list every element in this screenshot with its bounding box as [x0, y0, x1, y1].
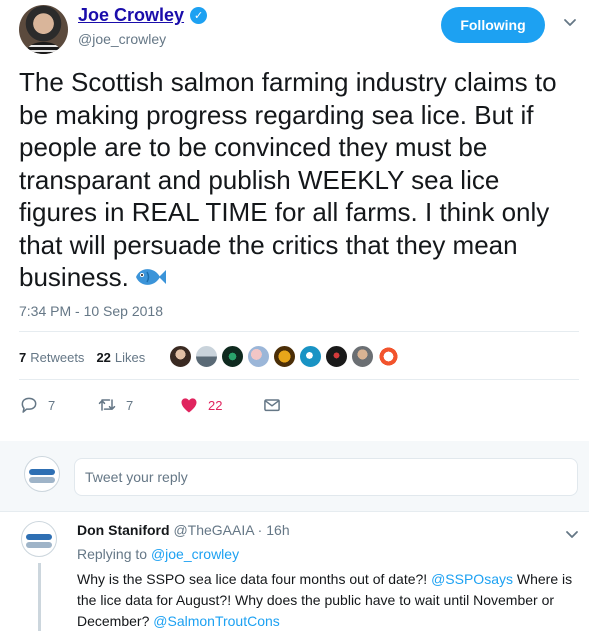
tweet-text: The Scottish salmon farming industry cla… [19, 66, 579, 298]
author-name-row: Joe Crowley ✓ [78, 5, 208, 26]
like-count: 22 [208, 397, 223, 413]
retweets-count: 7 [19, 349, 27, 365]
reply-header: Don Staniford @TheGAAIA · 16h [77, 522, 290, 538]
current-user-avatar[interactable] [24, 456, 60, 492]
liker-avatar[interactable] [221, 345, 244, 368]
retweet-icon [98, 399, 116, 411]
reply-input[interactable]: Tweet your reply [74, 458, 578, 496]
direct-message-action[interactable] [262, 395, 282, 415]
chevron-down-icon[interactable] [564, 526, 580, 547]
reply-author-name[interactable]: Don Staniford [77, 522, 170, 538]
liker-avatar[interactable] [273, 345, 296, 368]
retweets-label: Retweets [30, 349, 85, 365]
liker-avatar[interactable] [377, 345, 400, 368]
envelope-icon [264, 399, 280, 412]
retweet-count: 7 [126, 397, 134, 413]
reply-time[interactable]: 16h [266, 522, 289, 538]
retweets-stat[interactable]: 7 Retweets [19, 350, 84, 365]
mention-link[interactable]: @SalmonTroutCons [153, 613, 280, 629]
reply-text-part: Why is the SSPO sea lice data four month… [77, 571, 432, 587]
retweet-action[interactable]: 7 [97, 395, 179, 415]
likes-label: Likes [114, 349, 146, 365]
tweet-body: The Scottish salmon farming industry cla… [19, 67, 557, 292]
tweet-actions: 7 7 22 [19, 394, 282, 416]
reply-author-avatar[interactable] [21, 521, 57, 557]
mention-link[interactable]: @SSPOsays [431, 571, 513, 587]
replying-to: Replying to @joe_crowley [77, 546, 239, 562]
reply-icon [21, 397, 37, 413]
liker-avatar[interactable] [169, 345, 192, 368]
liker-avatar[interactable] [299, 345, 322, 368]
chevron-down-icon[interactable] [562, 14, 578, 30]
divider [19, 331, 579, 332]
verified-badge-icon: ✓ [190, 7, 208, 24]
reply-compose-area: Tweet your reply [0, 441, 589, 511]
reply-text: Why is the SSPO sea lice data four month… [77, 569, 582, 631]
likes-stat[interactable]: 22 Likes [96, 350, 145, 365]
tweet-timestamp[interactable]: 7:34 PM - 10 Sep 2018 [19, 303, 163, 319]
reply-author-handle[interactable]: @TheGAAIA [173, 522, 253, 538]
likers-avatars [169, 345, 400, 368]
reply-count: 7 [48, 397, 56, 413]
like-action[interactable]: 22 [179, 395, 262, 415]
divider [19, 379, 579, 380]
heart-icon [181, 398, 197, 413]
author-display-name[interactable]: Joe Crowley [78, 5, 184, 26]
author-avatar[interactable] [19, 5, 68, 54]
replying-to-handle[interactable]: @joe_crowley [151, 546, 239, 562]
tweet-stats: 7 Retweets 22 Likes [19, 342, 157, 372]
liker-avatar[interactable] [351, 345, 374, 368]
fish-emoji-icon [133, 264, 167, 298]
reply-tweet: Don Staniford @TheGAAIA · 16h Replying t… [0, 512, 589, 631]
thread-line [38, 563, 41, 631]
author-handle[interactable]: @joe_crowley [78, 31, 166, 47]
reply-separator: · [253, 522, 267, 538]
reply-action[interactable]: 7 [19, 395, 97, 415]
following-button[interactable]: Following [441, 7, 545, 43]
replying-to-label: Replying to [77, 546, 151, 562]
liker-avatar[interactable] [195, 345, 218, 368]
likes-count: 22 [96, 349, 111, 365]
liker-avatar[interactable] [247, 345, 270, 368]
liker-avatar[interactable] [325, 345, 348, 368]
